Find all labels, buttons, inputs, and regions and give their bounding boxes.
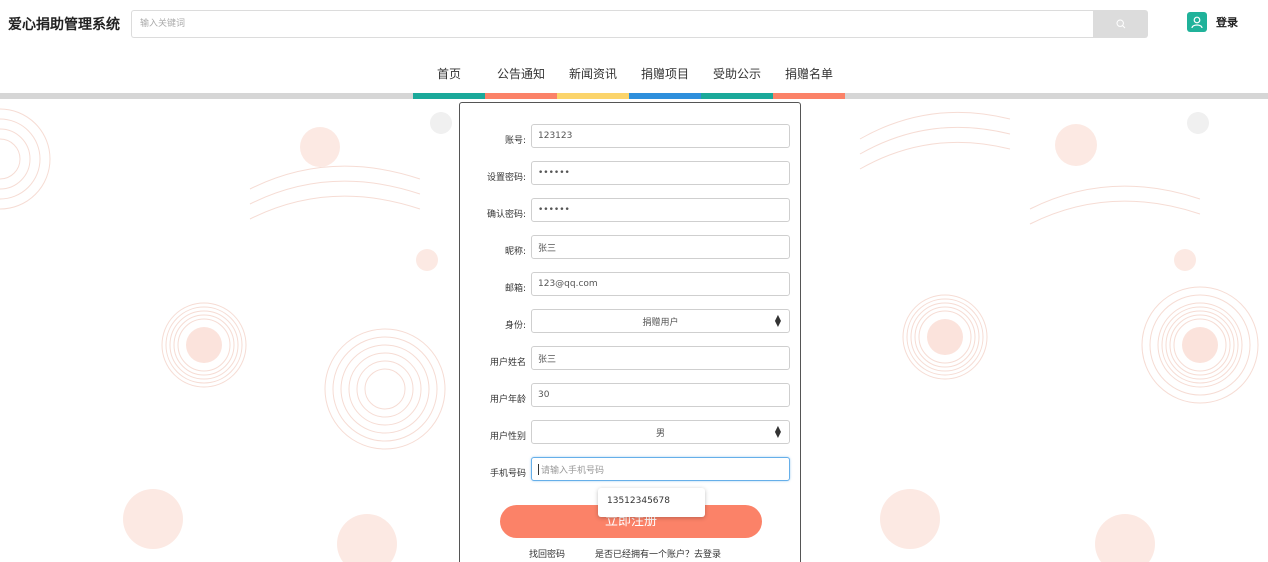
nav-item-label: 首页 — [436, 67, 461, 81]
identity-label: 身份: — [504, 321, 526, 331]
password-label: 设置密码: — [486, 173, 526, 183]
search-input[interactable] — [131, 10, 1094, 38]
age-input[interactable]: 30 — [531, 383, 790, 407]
nav-item-label: 公告通知 — [496, 67, 545, 81]
nav-item-label: 新闻资讯 — [568, 67, 617, 81]
nickname-label: 昵称: — [504, 247, 526, 257]
nav-item-home[interactable]: 首页 — [413, 60, 485, 99]
nav-color-bar — [701, 93, 773, 99]
nav-color-bar — [485, 93, 557, 99]
main-nav: 首页 公告通知 新闻资讯 捐赠项目 受助公示 捐赠名单 — [413, 60, 845, 99]
user-icon — [1187, 12, 1207, 32]
email-input[interactable]: 123@qq.com — [531, 272, 790, 296]
nav-item-donor-list[interactable]: 捐赠名单 — [773, 60, 845, 99]
search-icon — [1115, 19, 1125, 29]
nav-item-label: 捐赠名单 — [784, 67, 833, 81]
go-login-link[interactable]: 是否已经拥有一个账户？去登录 — [595, 547, 721, 560]
account-input[interactable]: 123123 — [531, 124, 790, 148]
form-row-phone: 手机号码 请输入手机号码 — [460, 457, 802, 490]
form-row-age: 用户年龄 30 — [460, 383, 802, 416]
identity-value: 捐赠用户 — [642, 317, 679, 328]
form-row-gender: 用户性别 男 ▲ ▼ — [460, 420, 802, 453]
forgot-password-link[interactable]: 找回密码 — [529, 547, 565, 560]
form-links: 找回密码 是否已经拥有一个账户？去登录 — [529, 547, 721, 560]
nav-item-label: 捐赠项目 — [640, 67, 689, 81]
select-caret-icon: ▲ ▼ — [774, 424, 781, 439]
form-row-real-name: 用户姓名 张三 — [460, 346, 802, 379]
nickname-input[interactable]: 张三 — [531, 235, 790, 259]
form-row-nickname: 昵称: 张三 — [460, 235, 802, 268]
nav-color-bar — [629, 93, 701, 99]
select-caret-icon: ▲ ▼ — [774, 313, 781, 328]
form-row-email: 邮箱: 123@qq.com — [460, 272, 802, 305]
confirm-password-input[interactable]: •••••• — [531, 198, 790, 222]
password-input[interactable]: •••••• — [531, 161, 790, 185]
gender-select[interactable]: 男 ▲ ▼ — [531, 420, 790, 444]
phone-placeholder: 请输入手机号码 — [541, 465, 605, 476]
text-cursor — [538, 463, 539, 475]
phone-label: 手机号码 — [489, 469, 526, 479]
login-link[interactable]: 登录 — [1187, 12, 1238, 32]
real-name-label: 用户姓名 — [489, 358, 526, 368]
account-label: 账号: — [504, 136, 526, 146]
real-name-input[interactable]: 张三 — [531, 346, 790, 370]
login-label: 登录 — [1216, 16, 1238, 29]
site-title: 爱心捐助管理系统 — [8, 17, 120, 33]
search-button[interactable] — [1093, 10, 1148, 38]
gender-label: 用户性别 — [489, 432, 526, 442]
nav-color-bar — [773, 93, 845, 99]
age-label: 用户年龄 — [489, 395, 526, 405]
form-row-account: 账号: 123123 — [460, 124, 802, 157]
identity-select[interactable]: 捐赠用户 ▲ ▼ — [531, 309, 790, 333]
nav-item-projects[interactable]: 捐赠项目 — [629, 60, 701, 99]
phone-input[interactable]: 请输入手机号码 — [531, 457, 790, 481]
nav-color-bar — [557, 93, 629, 99]
register-page: 爱心捐助管理系统 登录 首页 公告通知 新闻资讯 — [0, 0, 1268, 562]
nav-item-notices[interactable]: 公告通知 — [485, 60, 557, 99]
confirm-password-label: 确认密码: — [486, 210, 526, 220]
nav-item-recipients[interactable]: 受助公示 — [701, 60, 773, 99]
form-row-identity: 身份: 捐赠用户 ▲ ▼ — [460, 309, 802, 342]
nav-color-bar — [413, 93, 485, 99]
gender-value: 男 — [655, 428, 665, 439]
phone-autocomplete-suggestion[interactable]: 13512345678 — [598, 488, 705, 517]
form-row-password: 设置密码: •••••• — [460, 161, 802, 194]
form-row-confirm-password: 确认密码: •••••• — [460, 198, 802, 231]
nav-item-label: 受助公示 — [712, 67, 761, 81]
nav-item-news[interactable]: 新闻资讯 — [557, 60, 629, 99]
email-label: 邮箱: — [504, 284, 526, 294]
